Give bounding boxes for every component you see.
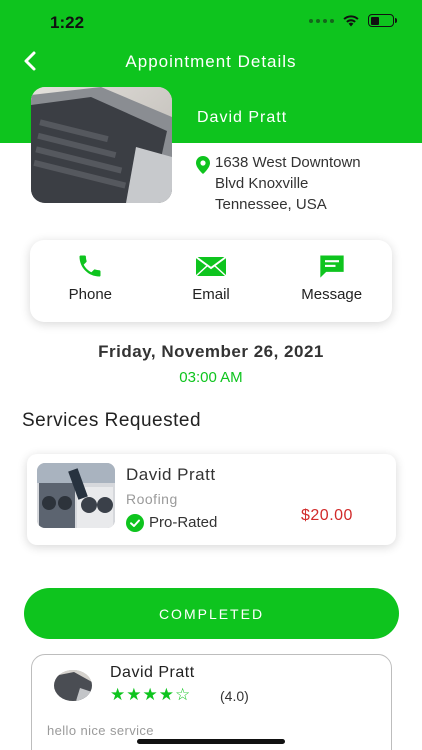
signal-icon: [309, 18, 334, 23]
message-button[interactable]: Message: [271, 240, 392, 322]
phone-icon: [79, 255, 101, 277]
appointment-date: Friday, November 26, 2021: [98, 342, 324, 361]
message-label: Message: [301, 286, 363, 303]
service-provider-name: David Pratt: [126, 465, 216, 484]
email-label: Email: [192, 286, 230, 303]
address-line-1: 1638 West Downtown: [215, 154, 361, 171]
service-card[interactable]: David Pratt Roofing Pro-Rated $20.00: [27, 454, 396, 545]
completed-button[interactable]: COMPLETED: [24, 588, 399, 639]
wifi-icon: [343, 15, 359, 27]
contact-card: Phone Email Message: [30, 240, 392, 322]
star-icon: ★: [110, 685, 126, 704]
page-title: Appointment Details: [125, 52, 297, 71]
star-icon: ★: [126, 685, 142, 704]
battery-icon: [368, 14, 397, 27]
status-time: 1:22: [50, 13, 85, 32]
email-icon: [195, 256, 227, 277]
star-icon: ★: [158, 685, 174, 704]
provider-name: David Pratt: [197, 109, 288, 126]
address-line-2: Blvd Knoxville: [215, 175, 309, 192]
provider-address: 1638 West Downtown Blvd Knoxville Tennes…: [215, 152, 415, 215]
rating-value: (4.0): [220, 688, 249, 704]
message-icon: [320, 255, 344, 278]
check-circle-icon: [126, 514, 144, 532]
pro-rated-badge: Pro-Rated: [149, 514, 218, 531]
reviewer-name: David Pratt: [110, 664, 195, 681]
phone-label: Phone: [68, 286, 113, 303]
service-category: Roofing: [126, 491, 178, 507]
review-card: David Pratt ★ ★ ★ ★ ☆ (4.0) hello nice s…: [31, 654, 392, 750]
email-button[interactable]: Email: [151, 240, 272, 322]
status-icons: [309, 14, 397, 27]
service-photo: [37, 463, 115, 528]
home-indicator: [137, 739, 285, 744]
services-section-title: Services Requested: [22, 410, 202, 431]
location-pin-icon: [196, 156, 210, 174]
provider-photo: [31, 87, 172, 203]
rating-stars: ★ ★ ★ ★ ☆: [110, 686, 190, 704]
phone-button[interactable]: Phone: [30, 240, 151, 322]
address-line-3: Tennessee, USA: [215, 196, 327, 213]
review-text: hello nice service: [47, 723, 154, 738]
star-icon: ★: [142, 685, 158, 704]
star-outline-icon: ☆: [175, 685, 191, 704]
service-price: $20.00: [301, 507, 353, 524]
reviewer-avatar: [54, 670, 92, 701]
appointment-time: 03:00 AM: [179, 369, 243, 386]
